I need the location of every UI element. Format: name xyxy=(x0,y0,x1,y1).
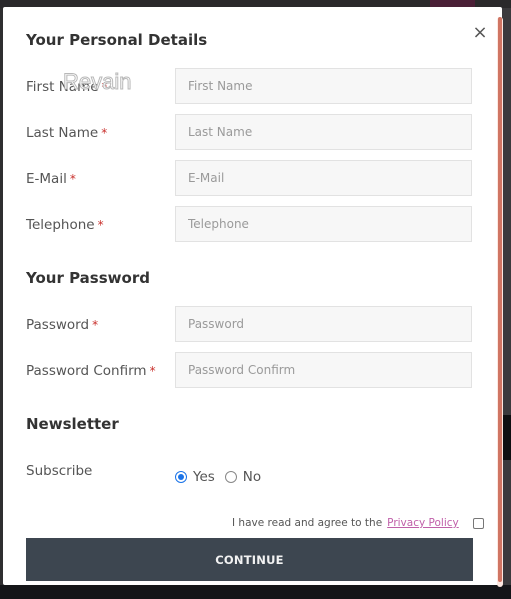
section-title-newsletter: Newsletter xyxy=(26,415,119,433)
email-label-text: E-Mail xyxy=(26,171,67,187)
required-marker: * xyxy=(69,172,76,186)
subscribe-radio-group: Yes No xyxy=(175,469,271,485)
password-confirm-input[interactable] xyxy=(175,352,472,388)
password-label-text: Password xyxy=(26,317,90,333)
first-name-input[interactable] xyxy=(175,68,472,104)
password-label: Password * xyxy=(26,317,98,333)
password-confirm-label-text: Password Confirm xyxy=(26,363,147,379)
agree-checkbox[interactable] xyxy=(472,517,484,529)
scrollbar-thumb[interactable] xyxy=(498,17,502,582)
radio-yes-label: Yes xyxy=(193,469,215,485)
close-icon[interactable]: × xyxy=(470,23,490,43)
telephone-label-text: Telephone xyxy=(26,217,95,233)
password-confirm-label: Password Confirm * xyxy=(26,363,156,379)
required-marker: * xyxy=(97,218,104,232)
telephone-label: Telephone * xyxy=(26,217,104,233)
background-right-dark xyxy=(502,415,511,460)
last-name-label: Last Name * xyxy=(26,125,107,141)
subscribe-no-option[interactable]: No xyxy=(224,469,262,485)
radio-yes[interactable] xyxy=(175,471,187,483)
section-title-password: Your Password xyxy=(26,269,150,287)
last-name-label-text: Last Name xyxy=(26,125,99,141)
radio-no-label: No xyxy=(242,469,262,485)
background-right xyxy=(502,8,511,588)
scrollbar-track[interactable] xyxy=(497,17,503,587)
subscribe-label: Subscribe xyxy=(26,463,93,479)
required-marker: * xyxy=(92,318,99,332)
privacy-agreement: I have read and agree to the Privacy Pol… xyxy=(232,517,484,529)
radio-no[interactable] xyxy=(224,471,237,483)
telephone-input[interactable] xyxy=(175,206,472,242)
required-marker: * xyxy=(149,364,156,378)
email-label: E-Mail * xyxy=(26,171,76,187)
watermark: Revain xyxy=(62,69,132,95)
privacy-policy-link[interactable]: Privacy Policy xyxy=(387,517,459,529)
register-modal: × Your Personal Details First Name* Reva… xyxy=(3,7,503,587)
password-input[interactable] xyxy=(175,306,472,342)
continue-button[interactable]: CONTINUE xyxy=(26,538,473,581)
email-input[interactable] xyxy=(175,160,472,196)
background-bottom xyxy=(0,585,511,599)
agree-text: I have read and agree to the xyxy=(232,517,383,529)
section-title-personal: Your Personal Details xyxy=(26,31,208,49)
last-name-input[interactable] xyxy=(175,114,472,150)
required-marker: * xyxy=(101,126,108,140)
subscribe-yes-option[interactable]: Yes xyxy=(175,469,215,485)
